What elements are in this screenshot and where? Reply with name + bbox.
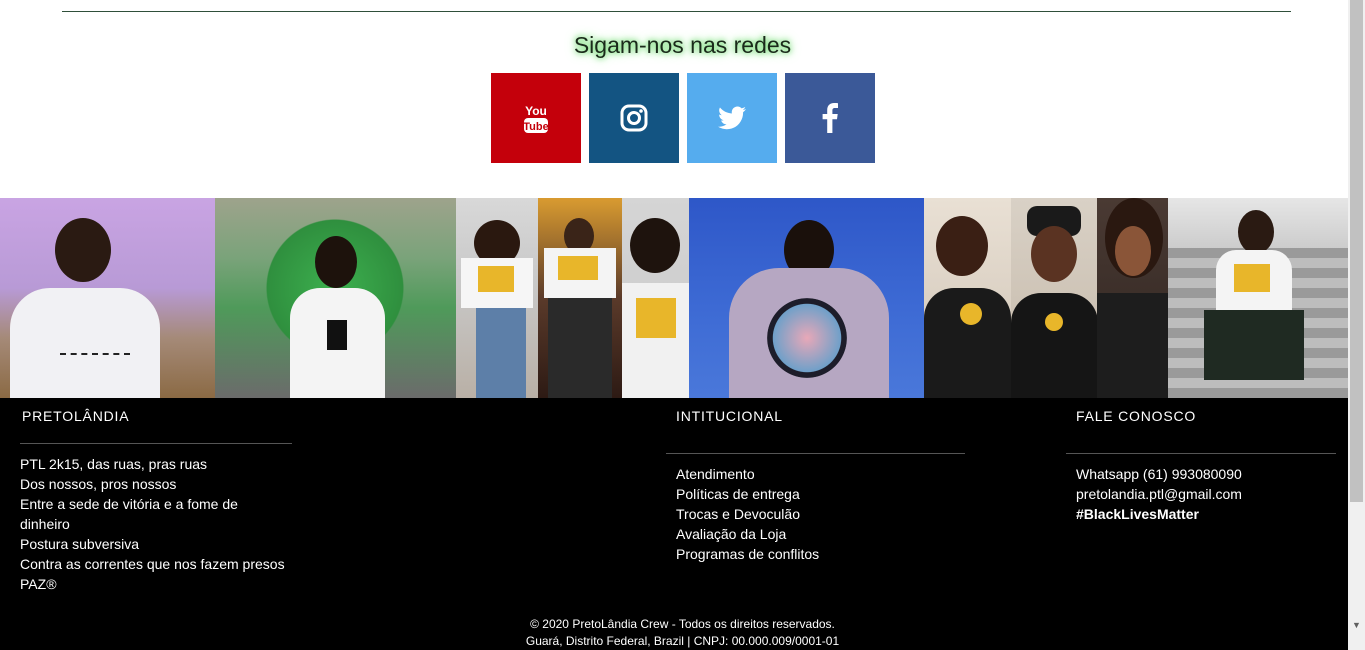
footer-list: PTL 2k15, das ruas, pras ruas Dos nossos… <box>20 454 300 594</box>
hashtag: #BlackLivesMatter <box>1076 506 1199 522</box>
gallery-photo <box>0 198 215 398</box>
footer-heading: INTITUCIONAL <box>676 408 783 424</box>
footer-link-trocas[interactable]: Trocas e Devoculão <box>676 504 966 524</box>
footer-links: Atendimento Políticas de entrega Trocas … <box>676 464 966 564</box>
footer-link-atendimento[interactable]: Atendimento <box>676 464 966 484</box>
photo-gallery <box>0 198 1348 398</box>
gallery-photo <box>688 198 924 398</box>
twitter-icon <box>718 106 746 130</box>
contact-list: Whatsapp (61) 993080090 pretolandia.ptl@… <box>1076 464 1336 524</box>
gallery-photo <box>538 198 623 398</box>
divider <box>666 453 965 454</box>
facebook-button[interactable] <box>785 73 875 163</box>
copyright: © 2020 PretoLândia Crew - Todos os direi… <box>0 616 1348 650</box>
footer-link-avaliacao[interactable]: Avaliação da Loja <box>676 524 966 544</box>
email-contact[interactable]: pretolandia.ptl@gmail.com <box>1076 484 1336 504</box>
whatsapp-contact[interactable]: Whatsapp (61) 993080090 <box>1076 464 1336 484</box>
list-item: Dos nossos, pros nossos <box>20 476 177 492</box>
address-line: Guará, Distrito Federal, Brazil | CNPJ: … <box>525 634 840 648</box>
list-item: Entre a sede de vitória e a fome de <box>20 496 238 512</box>
svg-text:Tube: Tube <box>523 121 548 133</box>
site-footer: PRETOLÂNDIA PTL 2k15, das ruas, pras rua… <box>0 398 1348 650</box>
divider <box>1066 453 1336 454</box>
list-item: dinheiro <box>20 516 70 532</box>
gallery-photo <box>456 198 539 398</box>
footer-heading: FALE CONOSCO <box>1076 408 1197 424</box>
instagram-button[interactable] <box>589 73 679 163</box>
gallery-photo <box>923 198 1011 398</box>
gallery-photo <box>214 198 457 398</box>
page: Sigam-nos nas redes You Tube PRETOLÂNDIA… <box>0 0 1348 650</box>
list-item: Postura subversiva <box>20 536 140 552</box>
gallery-photo <box>1168 198 1348 398</box>
gallery-photo <box>1097 198 1169 398</box>
gallery-photo <box>622 198 689 398</box>
scrollbar-thumb[interactable] <box>1350 0 1363 502</box>
divider <box>20 443 292 444</box>
copyright-line: © 2020 PretoLândia Crew - Todos os direi… <box>530 617 835 631</box>
social-section-title: Sigam-nos nas redes <box>573 32 792 58</box>
svg-text:You: You <box>525 104 547 118</box>
facebook-icon <box>822 103 838 133</box>
instagram-icon <box>620 104 648 132</box>
list-item: PTL 2k15, das ruas, pras ruas <box>20 456 208 472</box>
footer-link-entrega[interactable]: Políticas de entrega <box>676 484 966 504</box>
divider <box>62 11 1291 12</box>
gallery-photo <box>1010 198 1098 398</box>
vertical-scrollbar[interactable]: ▼ <box>1348 0 1365 650</box>
scroll-down-icon[interactable]: ▼ <box>1348 616 1365 633</box>
twitter-button[interactable] <box>687 73 777 163</box>
social-buttons: You Tube <box>491 73 875 163</box>
footer-link-programas[interactable]: Programas de conflitos <box>676 544 966 564</box>
footer-heading: PRETOLÂNDIA <box>22 408 130 424</box>
youtube-icon: You Tube <box>523 104 549 133</box>
list-item: Contra as correntes que nos fazem presos <box>20 556 285 572</box>
list-item: PAZ® <box>20 576 57 592</box>
youtube-button[interactable]: You Tube <box>491 73 581 163</box>
